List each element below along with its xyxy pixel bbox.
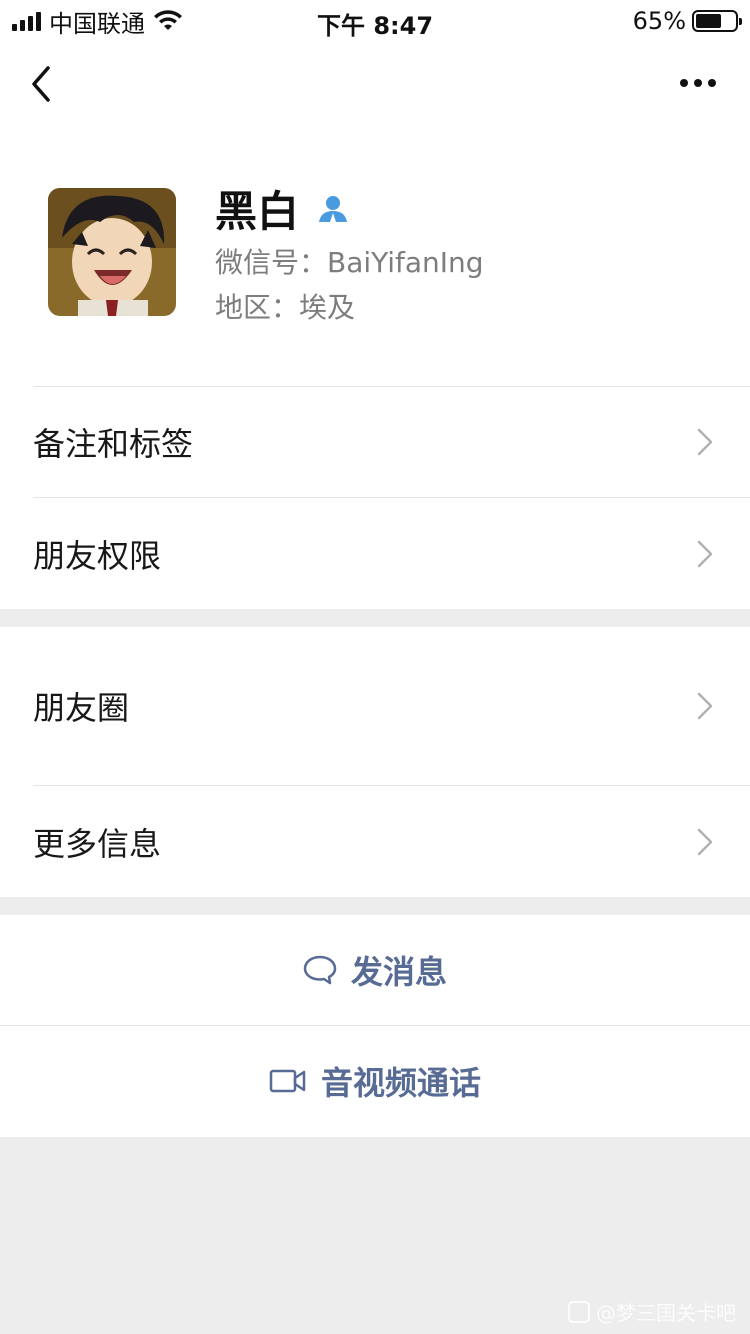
send-message-label: 发消息 xyxy=(350,953,447,991)
watermark-logo-icon xyxy=(568,1300,590,1323)
region: 地区：埃及 xyxy=(215,291,356,324)
status-bar: 中国联通 下午 8:47 65% xyxy=(0,0,750,40)
menu-section-2: 朋友圈 更多信息 xyxy=(0,627,750,897)
wechat-id: 微信号：BaiYifanIng xyxy=(215,246,484,279)
battery-percent: 65% xyxy=(632,7,686,35)
contact-name: 黑白 xyxy=(215,187,300,236)
menu-item-label: 朋友权限 xyxy=(33,536,162,575)
watermark-text: @梦三国关卡吧 xyxy=(596,1301,736,1325)
watermark: @梦三国关卡吧 xyxy=(568,1297,736,1326)
video-camera-icon xyxy=(269,1069,306,1093)
nav-bar xyxy=(0,40,750,128)
send-message-button[interactable]: 发消息 xyxy=(0,915,750,1025)
name-row: 黑白 xyxy=(215,178,349,239)
menu-item-label: 更多信息 xyxy=(33,824,162,863)
chevron-right-icon xyxy=(697,692,713,720)
video-call-label: 音视频通话 xyxy=(320,1064,481,1102)
menu-item-remarks-tags[interactable]: 备注和标签 xyxy=(0,386,750,497)
battery-icon xyxy=(692,10,742,32)
menu-item-moments[interactable]: 朋友圈 xyxy=(0,627,750,785)
contact-person-icon xyxy=(319,195,348,222)
status-right: 65% xyxy=(632,6,742,36)
battery-fill xyxy=(696,14,721,28)
video-call-button[interactable]: 音视频通话 xyxy=(0,1026,750,1136)
menu-item-more-info[interactable]: 更多信息 xyxy=(0,786,750,897)
chevron-right-icon xyxy=(697,540,713,567)
profile-card: 黑白 微信号：BaiYifanIng 地区：埃及 xyxy=(0,128,750,386)
chevron-right-icon xyxy=(697,828,713,855)
menu-item-label: 朋友圈 xyxy=(33,689,130,727)
chevron-right-icon xyxy=(697,428,713,455)
menu-item-label: 备注和标签 xyxy=(33,424,194,463)
more-dots-icon[interactable] xyxy=(676,68,720,98)
chat-bubble-icon xyxy=(303,955,337,985)
menu-section-1: 备注和标签 朋友权限 xyxy=(0,386,750,609)
menu-item-friend-permissions[interactable]: 朋友权限 xyxy=(0,498,750,609)
action-section: 发消息 音视频通话 xyxy=(0,915,750,1137)
chevron-left-icon[interactable] xyxy=(22,62,66,106)
avatar[interactable] xyxy=(48,188,176,316)
